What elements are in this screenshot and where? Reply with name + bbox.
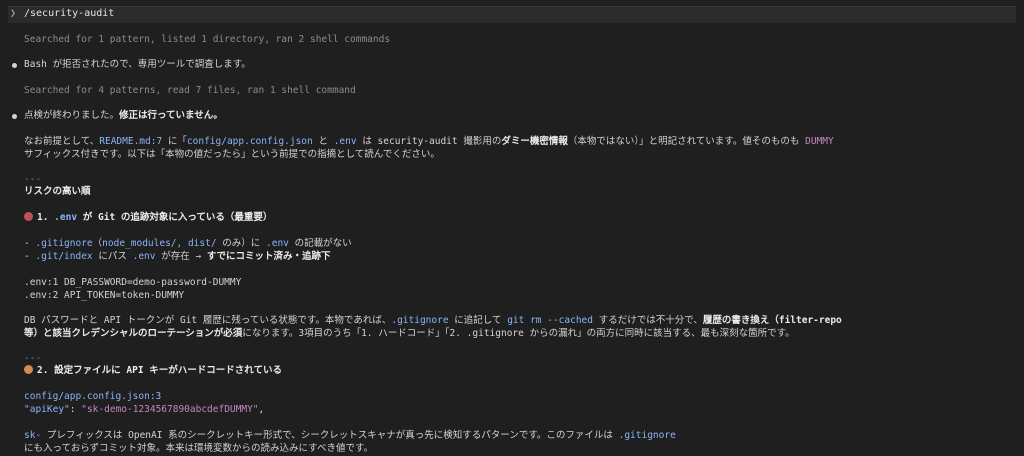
code-ref: .gitignore — [391, 315, 449, 326]
code-ref: .env — [266, 238, 289, 249]
text: と — [312, 136, 334, 147]
tool-summary-2[interactable]: Searched for 4 patterns, read 7 files, r… — [24, 85, 356, 97]
code-ref: .env — [132, 251, 156, 262]
env-line-1: .env:1 DB_PASSWORD=demo-password-DUMMY — [24, 277, 242, 288]
message-bullet-icon — [12, 63, 17, 68]
bold-text: 履歴の書き換え（filter-repo — [702, 315, 842, 326]
code-ref: README.md:7 — [99, 136, 163, 147]
item2-file-ref: config/app.config.json:3 — [24, 391, 162, 402]
done-text: 点検が終わりました。 — [24, 110, 120, 121]
separator: --- — [24, 353, 42, 364]
text: 2. 設定ファイルに API キーがハードコードされている — [37, 365, 282, 376]
item1-title: 1. .env が Git の追跡対象に入っている（最重要） — [24, 212, 272, 224]
code-ref: .git/index — [35, 251, 93, 262]
text: （ — [92, 238, 103, 249]
code-ref: config/app.config.json — [186, 136, 313, 147]
text: からの漏れ」の両方に同時に該当する、最も深刻な箇所です。 — [523, 328, 795, 339]
text: （本物ではない）」と明記されています。値そのものも — [567, 136, 806, 147]
prompt-bar[interactable]: ❯ /security-audit — [8, 6, 1016, 23]
no-fix-text: 修正は行っていません。 — [119, 110, 223, 121]
code-ref: sk- — [24, 430, 42, 441]
risk-heading: リスクの高い順 — [24, 186, 91, 197]
tool-summary-1[interactable]: Searched for 1 pattern, listed 1 directo… — [24, 34, 390, 46]
item2-title: 2. 設定ファイルに API キーがハードコードされている — [24, 365, 282, 377]
text: のみ）に — [216, 238, 267, 249]
code-ref: node_modules/, dist/ — [102, 238, 217, 249]
item1-list-item-2: - .git/index にパス .env が存在 → すでにコミット済み・追跡… — [24, 251, 331, 263]
text: - — [24, 251, 36, 262]
message-bullet-icon — [12, 114, 17, 119]
text: になります。3項目のうち「1. ハードコード」「2. — [242, 328, 467, 339]
prompt-command: /security-audit — [24, 8, 115, 19]
bold-text: 等）と該当クレデンシャルのローテーションが必須 — [24, 328, 243, 339]
premise-note-line-2: サフィックス付きです。以下は「本物の値だったら」という前提での指摘として読んでく… — [24, 149, 440, 160]
text: が Git の追跡対象に入っている（最重要） — [77, 212, 273, 223]
red-circle-icon — [24, 212, 33, 221]
text: 1. — [37, 212, 55, 223]
text: なお前提として、 — [24, 136, 100, 147]
text: にパス — [92, 251, 133, 262]
text: に追記して — [448, 315, 508, 326]
code-ref: .env — [333, 136, 357, 147]
text: : — [69, 404, 82, 415]
item2-paragraph-line-2: にも入っておらずコミット対象。本来は環境変数からの読み込みにすべき値です。 — [24, 443, 374, 454]
code-ref: .gitignore — [35, 238, 93, 249]
separator: --- — [24, 174, 42, 185]
item1-paragraph-line-2: 等）と該当クレデンシャルのローテーションが必須になります。3項目のうち「1. ハ… — [24, 328, 795, 340]
premise-note-line-1: なお前提として、README.md:7 に「config/app.config.… — [24, 136, 834, 148]
json-key: "apiKey" — [24, 404, 70, 415]
text: が存在 → — [155, 251, 207, 262]
text: DB パスワードと API トークンが Git 履歴に残っている状態です。本物で… — [24, 315, 392, 326]
code-ref: .gitignore — [618, 430, 676, 441]
bash-denied-message: Bash が拒否されたので、専用ツールで調査します。 — [24, 59, 251, 70]
code-ref: git rm --cached — [507, 315, 593, 326]
bold-text: ダミー機密情報 — [501, 136, 568, 147]
text: , — [258, 404, 265, 415]
prompt-chevron-icon: ❯ — [10, 8, 17, 19]
code-ref: .env — [54, 212, 78, 223]
bold-text: すでにコミット済み・追跡下 — [206, 251, 331, 262]
env-line-2: .env:2 API_TOKEN=token-DUMMY — [24, 290, 185, 301]
text: プレフィックスは OpenAI 系のシークレットキー形式で、シークレットスキャナ… — [41, 430, 619, 441]
text: の記載がない — [288, 238, 352, 249]
item2-paragraph-line-1: sk- プレフィックスは OpenAI 系のシークレットキー形式で、シークレット… — [24, 430, 676, 442]
text: に「 — [162, 136, 187, 147]
item2-json-line: "apiKey": "sk-demo-1234567890abcdefDUMMY… — [24, 404, 264, 416]
code-ref: DUMMY — [805, 136, 834, 147]
audit-done-message: 点検が終わりました。修正は行っていません。 — [24, 110, 223, 122]
text: .gitignore — [466, 328, 524, 339]
item1-paragraph-line-1: DB パスワードと API トークンが Git 履歴に残っている状態です。本物で… — [24, 315, 842, 327]
item1-list-item-1: - .gitignore（node_modules/, dist/ のみ）に .… — [24, 238, 352, 250]
orange-circle-icon — [24, 365, 33, 374]
text: - — [24, 238, 36, 249]
text: は security-audit 撮影用の — [356, 136, 502, 147]
text: するだけでは不十分で、 — [593, 315, 703, 326]
json-value: "sk-demo-1234567890abcdefDUMMY" — [81, 404, 259, 415]
